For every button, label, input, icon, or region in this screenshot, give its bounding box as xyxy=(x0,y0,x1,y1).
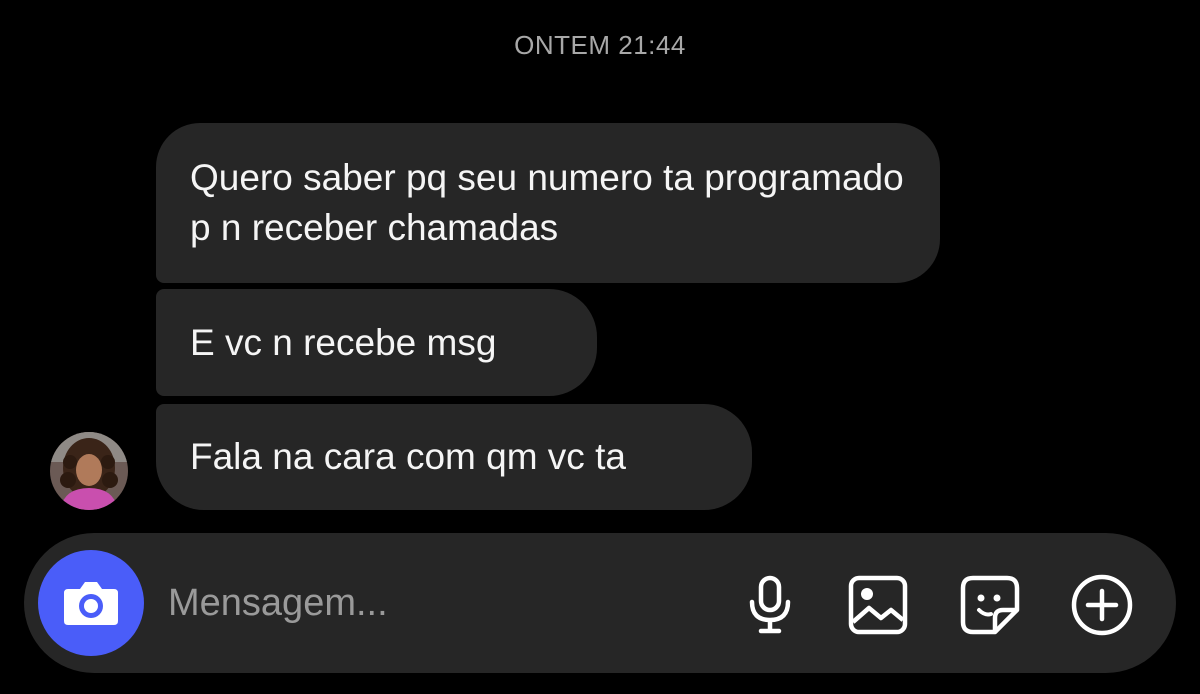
message-text: Quero saber pq seu numero ta programado … xyxy=(190,157,904,248)
message-text: E vc n recebe msg xyxy=(190,321,497,363)
message-bubble[interactable]: Fala na cara com qm vc ta xyxy=(156,404,752,510)
gallery-button[interactable] xyxy=(846,573,910,637)
plus-circle-icon xyxy=(1071,574,1133,636)
message-input[interactable]: Mensagem... xyxy=(168,577,388,629)
message-text: Fala na cara com qm vc ta xyxy=(190,436,626,477)
microphone-button[interactable] xyxy=(738,573,802,637)
gallery-icon xyxy=(848,575,908,635)
timestamp: ONTEM 21:44 xyxy=(514,30,686,60)
avatar-image xyxy=(50,432,128,510)
sticker-button[interactable] xyxy=(958,573,1022,637)
sticker-icon xyxy=(960,575,1020,635)
message-composer: Mensagem... xyxy=(24,533,1176,673)
message-bubble[interactable]: E vc n recebe msg xyxy=(156,289,597,396)
camera-icon xyxy=(64,582,118,625)
avatar[interactable] xyxy=(50,432,128,510)
message-bubble[interactable]: Quero saber pq seu numero ta programado … xyxy=(156,123,940,283)
microphone-icon xyxy=(749,575,791,634)
more-button[interactable] xyxy=(1070,573,1134,637)
camera-button[interactable] xyxy=(38,550,144,656)
